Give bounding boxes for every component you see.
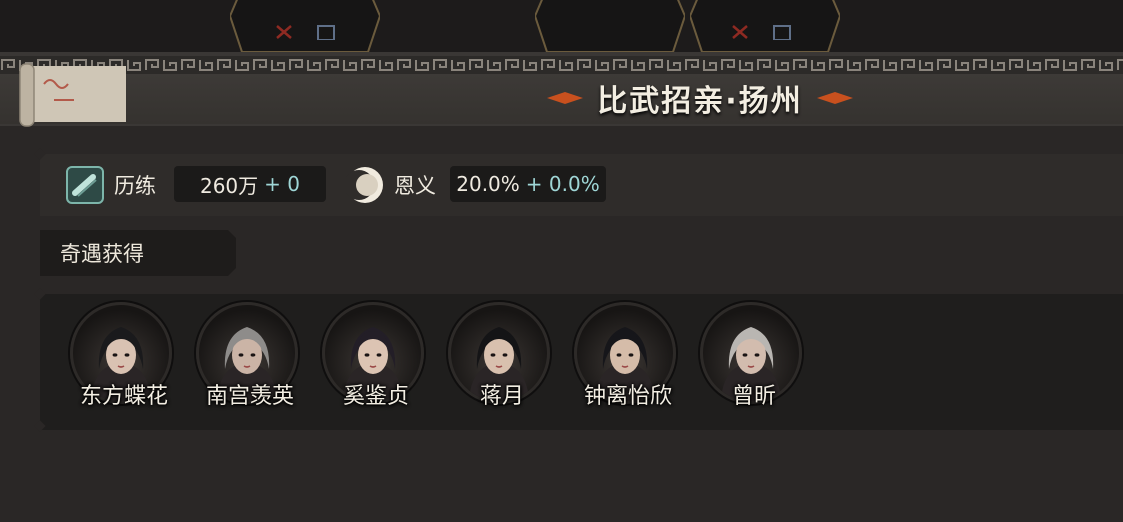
top-tab-center[interactable]: [535, 0, 685, 52]
favor-stat: 恩义: [346, 166, 436, 204]
character-card[interactable]: 钟离怡欣: [552, 302, 678, 422]
character-panel: 东方蝶花 南宫羡英 奚鉴贞 蒋月 钟离怡欣曾昕: [34, 288, 1123, 432]
encounter-section-header: 奇遇获得: [40, 230, 236, 276]
diamond-ornament-icon: [816, 92, 853, 104]
x-mark-icon: [274, 24, 294, 40]
character-card[interactable]: 东方蝶花: [48, 302, 174, 422]
character-name: 曾昕: [731, 384, 776, 409]
encounter-section-label: 奇遇获得: [60, 242, 144, 266]
experience-value: 260万: [199, 173, 259, 198]
experience-stat: 历练: [66, 166, 156, 204]
favor-bonus: + 0.0%: [525, 172, 600, 196]
corner-notch: [34, 288, 46, 300]
top-tab-left[interactable]: [230, 0, 380, 52]
top-tab-right[interactable]: [690, 0, 840, 52]
meander-ornament: [0, 56, 1123, 74]
square-icon: [316, 24, 336, 40]
corner-notch: [34, 148, 46, 160]
moon-icon: [346, 167, 383, 203]
corner-notch: [34, 420, 46, 432]
favor-label: 恩义: [394, 174, 436, 198]
top-strip: [0, 0, 1123, 52]
scroll-icon-decor: [19, 63, 126, 127]
experience-value-box: 260万 + 0: [174, 166, 326, 202]
diamond-ornament-icon: [547, 92, 584, 104]
character-card[interactable]: 曾昕: [678, 302, 804, 422]
experience-bonus: + 0: [264, 172, 301, 196]
square-icon: [772, 24, 792, 40]
page-title: 比武招亲·扬州: [597, 84, 803, 119]
character-card[interactable]: 奚鉴贞: [300, 302, 426, 422]
stats-row: 历练 260万 + 0 恩义 20.0% + 0.0%: [34, 148, 1123, 216]
character-card[interactable]: 南宫羡英: [174, 302, 300, 422]
character-card[interactable]: 蒋月: [426, 302, 552, 422]
favor-value: 20.0%: [456, 172, 520, 196]
title-wrap: 比武招亲·扬州: [530, 74, 870, 122]
scroll-icon: [66, 166, 104, 204]
x-mark-icon: [730, 24, 750, 40]
experience-label: 历练: [114, 174, 156, 198]
favor-value-box: 20.0% + 0.0%: [450, 166, 606, 202]
